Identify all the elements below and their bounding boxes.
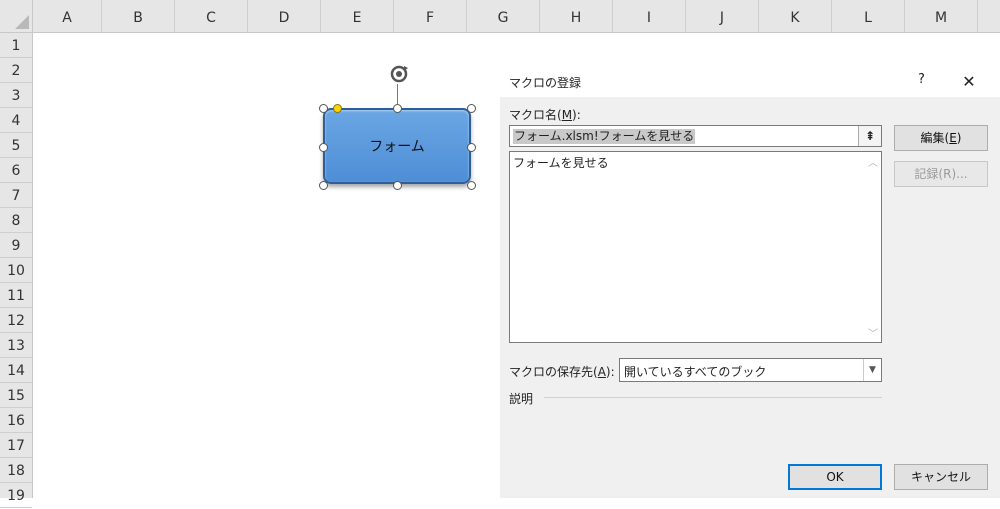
store-in-label: マクロの保存先(A): — [509, 365, 615, 379]
row-header-10[interactable]: 10 — [0, 258, 32, 283]
rotation-stem — [397, 84, 398, 104]
column-header-h[interactable]: H — [540, 0, 613, 32]
close-icon[interactable]: ✕ — [956, 69, 982, 95]
row-header-13[interactable]: 13 — [0, 333, 32, 358]
column-header-c[interactable]: C — [175, 0, 248, 32]
store-in-select[interactable]: 開いているすべてのブック ▼ — [619, 358, 882, 382]
row-header-2[interactable]: 2 — [0, 58, 32, 83]
macro-name-value: フォーム.xlsm!フォームを見せる — [513, 129, 696, 144]
store-in-value: 開いているすべてのブック — [624, 365, 767, 379]
macro-name-label: マクロ名(M): — [509, 108, 581, 122]
description-label: 説明 — [509, 392, 534, 406]
column-header-row: ABCDEFGHIJKLM — [33, 0, 1000, 33]
assign-macro-dialog: マクロの登録 ? ✕ マクロ名(M): フォーム.xlsm!フォームを見せる ⇞… — [500, 66, 1000, 498]
form-shape-container[interactable]: フォーム — [323, 108, 473, 185]
row-header-19[interactable]: 19 — [0, 483, 32, 508]
resize-handle-r[interactable] — [467, 143, 476, 152]
resize-handle-br[interactable] — [467, 181, 476, 190]
dialog-titlebar: マクロの登録 ? ✕ — [500, 66, 1000, 97]
column-header-d[interactable]: D — [248, 0, 321, 32]
record-button[interactable]: 記録(R)... — [894, 161, 988, 187]
row-header-17[interactable]: 17 — [0, 433, 32, 458]
description-divider — [544, 397, 882, 398]
ok-button[interactable]: OK — [788, 464, 882, 490]
row-header-1[interactable]: 1 — [0, 33, 32, 58]
column-header-j[interactable]: J — [686, 0, 759, 32]
resize-handle-bl[interactable] — [319, 181, 328, 190]
row-header-18[interactable]: 18 — [0, 458, 32, 483]
row-header-11[interactable]: 11 — [0, 283, 32, 308]
row-header-7[interactable]: 7 — [0, 183, 32, 208]
macro-name-input[interactable]: フォーム.xlsm!フォームを見せる ⇞ — [509, 125, 882, 147]
select-all-corner[interactable] — [0, 0, 33, 33]
form-button-shape[interactable]: フォーム — [323, 108, 471, 184]
adjust-handle[interactable] — [333, 104, 342, 113]
row-header-6[interactable]: 6 — [0, 158, 32, 183]
row-header-12[interactable]: 12 — [0, 308, 32, 333]
column-header-i[interactable]: I — [613, 0, 686, 32]
collapse-dialog-icon[interactable]: ⇞ — [858, 126, 881, 146]
cancel-button[interactable]: キャンセル — [894, 464, 988, 490]
row-header-4[interactable]: 4 — [0, 108, 32, 133]
row-header-8[interactable]: 8 — [0, 208, 32, 233]
shape-label: フォーム — [369, 139, 425, 155]
row-header-5[interactable]: 5 — [0, 133, 32, 158]
chevron-down-icon[interactable]: ▼ — [863, 359, 881, 381]
row-header-9[interactable]: 9 — [0, 233, 32, 258]
column-header-l[interactable]: L — [832, 0, 905, 32]
scroll-down-icon[interactable]: ﹀ — [868, 325, 878, 340]
column-header-a[interactable]: A — [33, 0, 102, 32]
list-item[interactable]: フォームを見せる — [513, 154, 609, 171]
macro-list[interactable]: フォームを見せる ︿ ﹀ — [509, 151, 882, 343]
resize-handle-tr[interactable] — [467, 104, 476, 113]
help-icon[interactable]: ? — [918, 72, 925, 87]
resize-handle-tl[interactable] — [319, 104, 328, 113]
resize-handle-l[interactable] — [319, 143, 328, 152]
column-header-m[interactable]: M — [905, 0, 978, 32]
row-header-16[interactable]: 16 — [0, 408, 32, 433]
resize-handle-t[interactable] — [393, 104, 402, 113]
row-header-column: 1 2 3 4 5 6 7 8 9 10 11 12 13 14 15 16 17 18 19 — [0, 33, 33, 508]
column-header-g[interactable]: G — [467, 0, 540, 32]
row-header-14[interactable]: 14 — [0, 358, 32, 383]
column-header-f[interactable]: F — [394, 0, 467, 32]
column-header-e[interactable]: E — [321, 0, 394, 32]
rotate-handle-icon[interactable] — [387, 62, 411, 86]
edit-button[interactable]: 編集(E) — [894, 125, 988, 151]
row-header-15[interactable]: 15 — [0, 383, 32, 408]
dialog-title: マクロの登録 — [509, 76, 582, 90]
column-header-k[interactable]: K — [759, 0, 832, 32]
scroll-up-icon[interactable]: ︿ — [868, 154, 878, 169]
column-header-b[interactable]: B — [102, 0, 175, 32]
resize-handle-b[interactable] — [393, 181, 402, 190]
list-scrollbar[interactable]: ︿ ﹀ — [864, 152, 881, 342]
row-header-3[interactable]: 3 — [0, 83, 32, 108]
